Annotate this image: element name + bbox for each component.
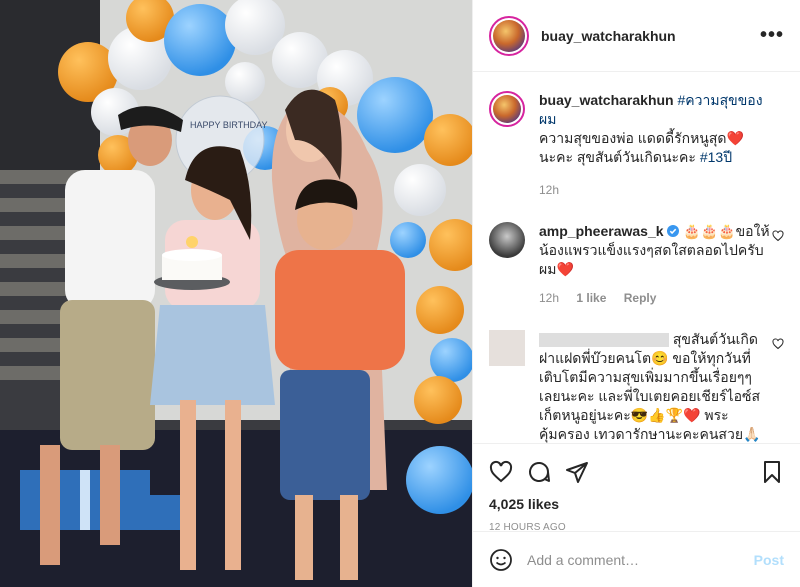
caption-avatar[interactable] bbox=[489, 91, 525, 127]
redacted-username bbox=[539, 333, 669, 348]
reply-button[interactable]: Reply bbox=[624, 291, 657, 305]
caption-text-2: นะคะ สุขสันต์วันเกิดนะคะ bbox=[539, 149, 696, 165]
post-comment-button[interactable]: Post bbox=[754, 552, 784, 568]
post-dialog: HAPPY BIRTHDAY buay_watcharakhun ••• bua… bbox=[0, 0, 800, 587]
heart-emoji: ❤️ bbox=[556, 261, 574, 277]
heart-emoji: ❤️ bbox=[726, 130, 744, 146]
balloon-text: HAPPY BIRTHDAY bbox=[190, 120, 268, 130]
comment: amp_pheerawas_k 🎂🎂🎂ขอให้น้องแพรวแข็งแรงๆ… bbox=[489, 222, 784, 308]
post-photo[interactable]: HAPPY BIRTHDAY bbox=[0, 0, 472, 587]
verified-badge-icon bbox=[667, 225, 680, 237]
comment-time[interactable]: 12h bbox=[539, 291, 559, 305]
share-paper-plane-icon[interactable] bbox=[565, 460, 589, 484]
comment: สุขสันต์วันเกิดฝาแฝดพี่บ๊วยคนโต😊 ขอให้ทุ… bbox=[489, 330, 784, 443]
commenter-avatar[interactable] bbox=[489, 330, 525, 366]
commenter-avatar[interactable] bbox=[489, 222, 525, 258]
likes-count[interactable]: 4,025 likes bbox=[489, 496, 784, 512]
comment-username[interactable]: amp_pheerawas_k bbox=[539, 223, 664, 239]
post-actions: 4,025 likes 12 HOURS AGO bbox=[473, 443, 800, 533]
comment-bubble-icon[interactable] bbox=[527, 460, 551, 484]
like-comment-heart-icon[interactable] bbox=[772, 338, 784, 350]
post-side-panel: buay_watcharakhun ••• buay_watcharakhun … bbox=[472, 0, 800, 587]
caption-time[interactable]: 12h bbox=[539, 183, 559, 197]
caption-text: ความสุขของพ่อ แดดดี้รักหนูสุด bbox=[539, 130, 727, 146]
like-comment-heart-icon[interactable] bbox=[772, 230, 784, 242]
caption-hashtag-2[interactable]: #13ปี bbox=[700, 149, 732, 165]
comment-text: สุขสันต์วันเกิดฝาแฝดพี่บ๊วยคนโต😊 ขอให้ทุ… bbox=[539, 331, 761, 442]
avatar[interactable] bbox=[489, 15, 529, 56]
emoji-smiley-icon[interactable] bbox=[489, 548, 513, 572]
birthday-photo: HAPPY BIRTHDAY bbox=[0, 0, 472, 587]
caption: buay_watcharakhun #ความสุขของผม ความสุขข… bbox=[489, 91, 784, 200]
add-comment-bar: Post bbox=[473, 531, 800, 587]
comments-list: buay_watcharakhun #ความสุขของผม ความสุขข… bbox=[473, 73, 800, 443]
caption-username[interactable]: buay_watcharakhun bbox=[539, 92, 674, 108]
post-header: buay_watcharakhun ••• bbox=[473, 0, 800, 72]
more-options-icon[interactable]: ••• bbox=[760, 24, 784, 47]
comment-input[interactable] bbox=[527, 551, 754, 568]
comment-likes[interactable]: 1 like bbox=[576, 291, 606, 305]
save-bookmark-icon[interactable] bbox=[760, 460, 784, 484]
like-heart-icon[interactable] bbox=[489, 460, 513, 484]
header-username[interactable]: buay_watcharakhun bbox=[541, 28, 760, 44]
